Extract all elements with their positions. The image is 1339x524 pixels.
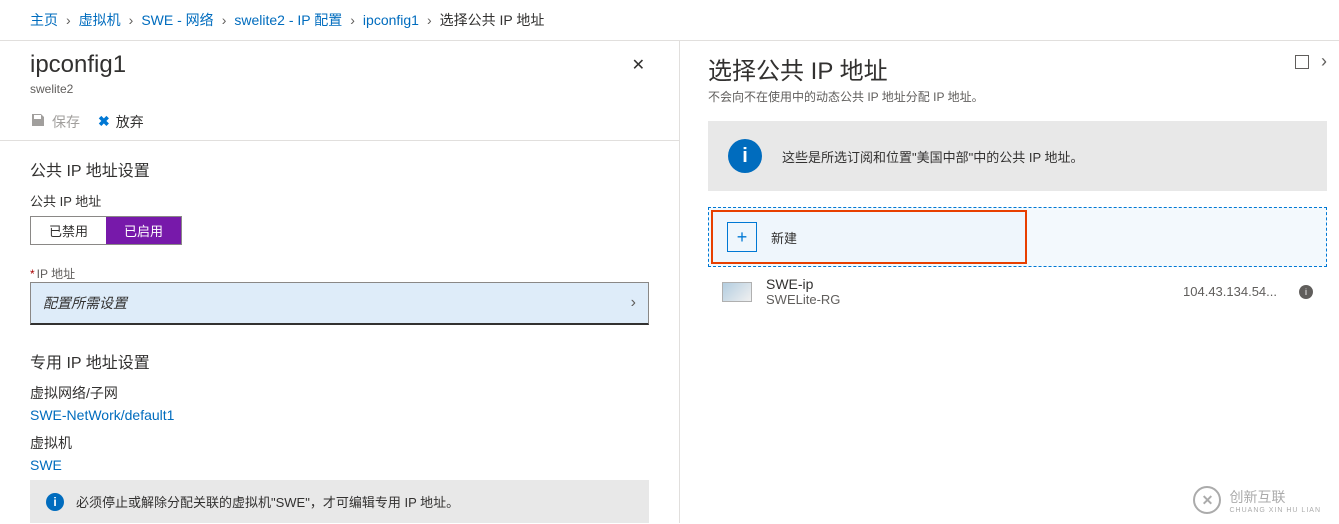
breadcrumb-ipconfig1[interactable]: ipconfig1 [363,12,419,28]
right-panel-subtitle: 不会向不在使用中的动态公共 IP 地址分配 IP 地址。 [708,88,984,105]
save-icon [30,112,46,131]
warning-bar: i 必须停止或解除分配关联的虚拟机"SWE"，才可编辑专用 IP 地址。 [30,480,649,523]
maximize-icon[interactable] [1295,55,1309,69]
new-label: 新建 [771,228,797,247]
ip-address-value: 104.43.134.54... [1183,284,1277,299]
breadcrumb-home[interactable]: 主页 [30,10,58,30]
chevron-right-icon: › [350,12,355,28]
right-panel-title: 选择公共 IP 地址 [708,51,984,86]
chevron-right-icon: › [222,12,227,28]
chevron-right-icon: › [427,12,432,28]
close-icon[interactable]: ✕ [628,51,649,79]
close-icon: ✖ [98,113,110,130]
vnet-label: 虚拟网络/子网 [30,383,649,403]
public-ip-icon [722,282,752,302]
ip-selection-region: + 新建 [708,207,1327,267]
panel-subtitle: swelite2 [30,82,126,96]
ip-address-selector[interactable]: 配置所需设置 › [30,282,649,325]
info-icon[interactable]: i [1299,285,1313,299]
save-label: 保存 [52,112,80,132]
breadcrumb-vm[interactable]: 虚拟机 [79,10,121,30]
ip-address-label: *IP 地址 [30,265,649,282]
breadcrumb: 主页 › 虚拟机 › SWE - 网络 › swelite2 - IP 配置 ›… [0,0,1339,41]
info-icon: i [728,139,762,173]
toggle-disabled[interactable]: 已禁用 [31,217,106,244]
chevron-right-icon: › [66,12,71,28]
chevron-right-icon: › [129,12,134,28]
select-public-ip-panel: 选择公共 IP 地址 不会向不在使用中的动态公共 IP 地址分配 IP 地址。 … [680,41,1339,523]
section-private-ip: 专用 IP 地址设置 [30,349,649,373]
discard-label: 放弃 [116,112,144,132]
plus-icon: + [727,222,757,252]
info-icon: i [46,493,64,511]
ip-placeholder: 配置所需设置 [43,293,127,313]
toolbar: 保存 ✖ 放弃 [0,104,679,141]
panel-title: ipconfig1 [30,51,126,80]
chevron-right-icon: › [631,294,636,312]
breadcrumb-current: 选择公共 IP 地址 [440,10,545,30]
ipconfig-panel: ipconfig1 swelite2 ✕ 保存 ✖ 放弃 公共 IP 地址设置 … [0,41,680,523]
discard-button[interactable]: ✖ 放弃 [98,112,144,132]
warning-text: 必须停止或解除分配关联的虚拟机"SWE"，才可编辑专用 IP 地址。 [76,492,459,511]
public-ip-toggle[interactable]: 已禁用 已启用 [30,216,182,245]
vnet-link[interactable]: SWE-NetWork/default1 [30,407,649,423]
ip-list-item[interactable]: SWE-ip SWELite-RG 104.43.134.54... i [708,267,1327,315]
notice-bar: i 这些是所选订阅和位置"美国中部"中的公共 IP 地址。 [708,121,1327,191]
save-button: 保存 [30,112,80,132]
create-new-button[interactable]: + 新建 [711,210,1027,264]
watermark-logo: ✕ 创新互联 CHUANG XIN HU LIAN [1193,486,1321,514]
breadcrumb-network[interactable]: SWE - 网络 [141,10,213,30]
section-public-ip: 公共 IP 地址设置 [30,157,649,181]
watermark-sub: CHUANG XIN HU LIAN [1229,507,1321,514]
ip-resource-group: SWELite-RG [766,292,840,307]
chevron-right-icon[interactable]: › [1321,51,1327,72]
breadcrumb-ipconfig-list[interactable]: swelite2 - IP 配置 [234,10,342,30]
public-ip-label: 公共 IP 地址 [30,191,649,210]
vm-label: 虚拟机 [30,433,649,453]
logo-icon: ✕ [1193,486,1221,514]
watermark-brand: 创新互联 [1229,487,1321,507]
required-star: * [30,267,35,281]
toggle-enabled[interactable]: 已启用 [106,217,181,244]
notice-text: 这些是所选订阅和位置"美国中部"中的公共 IP 地址。 [782,147,1084,166]
vm-link[interactable]: SWE [30,457,649,472]
ip-name: SWE-ip [766,276,840,292]
